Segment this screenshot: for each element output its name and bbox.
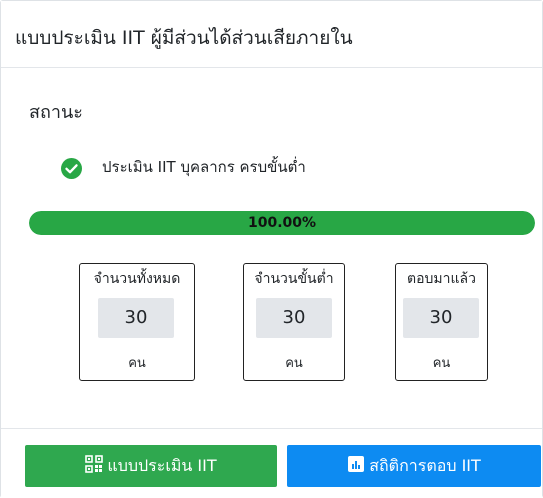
stat-minimum: จำนวนขั้นต่ำ 30 คน	[243, 263, 345, 381]
progress-bar: 100.00%	[29, 211, 535, 235]
stat-responded-unit: คน	[432, 356, 451, 371]
stat-total-title: จำนวนทั้งหมด	[93, 271, 181, 287]
assessment-card: แบบประเมิน IIT ผู้มีส่วนได้ส่วนเสียภายใน…	[0, 0, 543, 498]
stat-minimum-unit: คน	[285, 356, 303, 371]
progress-label: 100.00%	[247, 215, 317, 231]
card-footer: แบบประเมิน IIT สถิติการตอบ IIT	[1, 428, 542, 498]
assessment-iit-button[interactable]: แบบประเมิน IIT	[25, 445, 277, 487]
status-section-label: สถานะ	[29, 102, 83, 123]
stat-responded: ตอบมาแล้ว 30 คน	[395, 263, 488, 381]
stat-responded-title: ตอบมาแล้ว	[407, 271, 476, 287]
stat-total-unit: คน	[128, 356, 146, 371]
qrcode-icon	[85, 455, 104, 477]
stat-total-value: 30	[98, 298, 174, 338]
status-row: ประเมิน IIT บุคลากร ครบขั้นต่ำ	[61, 155, 501, 179]
stat-total: จำนวนทั้งหมด 30 คน	[79, 263, 195, 381]
iit-statistics-button[interactable]: สถิติการตอบ IIT	[287, 445, 541, 487]
bar-chart-icon	[347, 455, 365, 477]
status-message: ประเมิน IIT บุคลากร ครบขั้นต่ำ	[102, 158, 306, 176]
stat-minimum-title: จำนวนขั้นต่ำ	[254, 271, 334, 287]
card-title: แบบประเมิน IIT ผู้มีส่วนได้ส่วนเสียภายใน	[15, 27, 353, 49]
stat-minimum-value: 30	[256, 298, 332, 338]
assessment-iit-button-label: แบบประเมิน IIT	[107, 455, 217, 475]
check-circle-icon	[61, 158, 82, 179]
iit-statistics-button-label: สถิติการตอบ IIT	[369, 455, 481, 475]
stat-responded-value: 30	[403, 298, 479, 338]
card-header: แบบประเมิน IIT ผู้มีส่วนได้ส่วนเสียภายใน	[1, 1, 542, 68]
